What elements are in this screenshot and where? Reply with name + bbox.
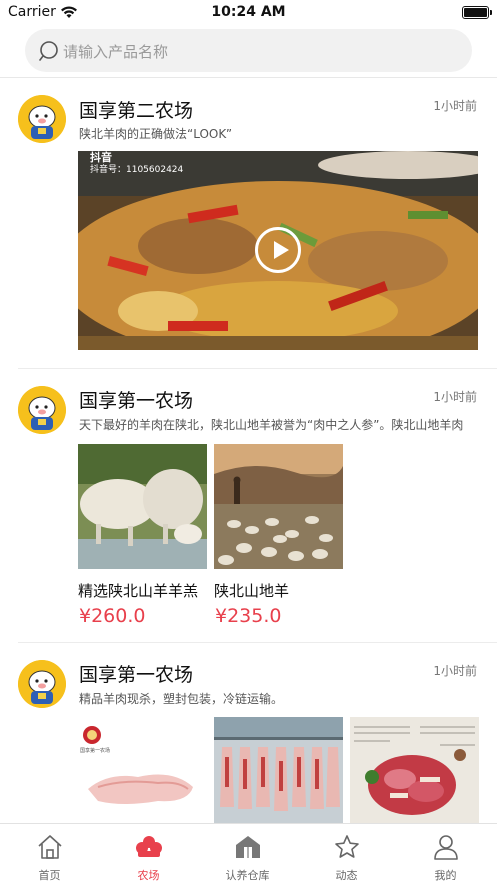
product-price: ¥235.0 <box>215 605 282 627</box>
meat-processing-image <box>214 717 343 823</box>
avatar-mascot-icon <box>18 386 66 434</box>
play-icon[interactable] <box>255 227 301 273</box>
header-divider <box>0 77 497 78</box>
product-price: ¥260.0 <box>79 605 146 627</box>
search-bar[interactable]: 请输入产品名称 <box>25 29 472 72</box>
post-divider <box>18 368 497 369</box>
post-time: 1小时前 <box>433 99 477 113</box>
tab-moments[interactable]: 动态 <box>297 824 396 883</box>
tab-moments-label: 动态 <box>335 869 358 882</box>
post-description: 陕北羊肉的正确做法“LOOK” <box>79 127 233 141</box>
lamb-carcass-image <box>78 717 207 823</box>
farm-avatar[interactable] <box>18 660 66 708</box>
farm-avatar[interactable] <box>18 386 66 434</box>
product-image[interactable] <box>78 444 207 569</box>
farm-name[interactable]: 国享第一农场 <box>79 660 193 687</box>
product-name[interactable]: 精选陕北山羊羊羔 <box>78 580 198 601</box>
farm-avatar[interactable] <box>18 95 66 143</box>
tab-farm[interactable]: 农场 <box>99 824 198 883</box>
product-name[interactable]: 陕北山地羊 <box>214 580 289 601</box>
avatar-mascot-icon <box>18 95 66 143</box>
tab-home[interactable]: 首页 <box>0 824 99 883</box>
profile-icon <box>434 835 458 860</box>
star-icon <box>335 835 359 858</box>
post-time: 1小时前 <box>433 390 477 404</box>
image-caption: 国享第一农场 <box>80 748 111 754</box>
avatar-mascot-icon <box>18 660 66 708</box>
product-image[interactable] <box>214 444 343 569</box>
tab-profile[interactable]: 我的 <box>396 824 495 883</box>
sheep-flock-image <box>214 444 343 569</box>
post-description: 精品羊肉现杀，塑封包装，冷链运输。 <box>79 692 284 706</box>
tab-profile-label: 我的 <box>434 869 457 882</box>
farm-name[interactable]: 国享第二农场 <box>79 96 193 123</box>
post-description: 天下最好的羊肉在陕北，陕北山地羊被誉为“肉中之人参”。陕北山地羊肉 <box>79 418 464 432</box>
video-watermark: 抖音 抖音号：1105602424 <box>90 152 183 176</box>
clock: 10:24 AM <box>211 4 286 20</box>
farm-name[interactable]: 国享第一农场 <box>79 386 193 413</box>
post-time: 1小时前 <box>433 664 477 678</box>
home-icon <box>38 835 62 859</box>
tab-warehouse-label: 认养仓库 <box>225 869 270 882</box>
watermark-id: 抖音号：1105602424 <box>90 165 184 175</box>
post-image[interactable] <box>214 717 343 823</box>
bottom-tab-bar: 首页 农场 认养仓库 动态 我的 <box>0 823 497 883</box>
search-icon <box>39 41 58 61</box>
tab-farm-label: 农场 <box>137 869 160 882</box>
sheep-lamb-image <box>78 444 207 569</box>
watermark-app: 抖音 <box>90 151 112 164</box>
battery-icon <box>462 6 492 19</box>
raw-mutton-image <box>350 717 479 823</box>
status-bar: Carrier 10:24 AM <box>0 0 497 26</box>
tab-warehouse[interactable]: 认养仓库 <box>198 824 297 883</box>
search-placeholder: 请输入产品名称 <box>63 43 169 61</box>
farm-icon <box>136 836 162 857</box>
warehouse-icon <box>236 836 260 858</box>
post-image[interactable] <box>350 717 479 823</box>
post-image[interactable]: 国享第一农场 <box>78 717 207 823</box>
tab-home-label: 首页 <box>38 869 61 882</box>
post-divider <box>18 642 497 643</box>
